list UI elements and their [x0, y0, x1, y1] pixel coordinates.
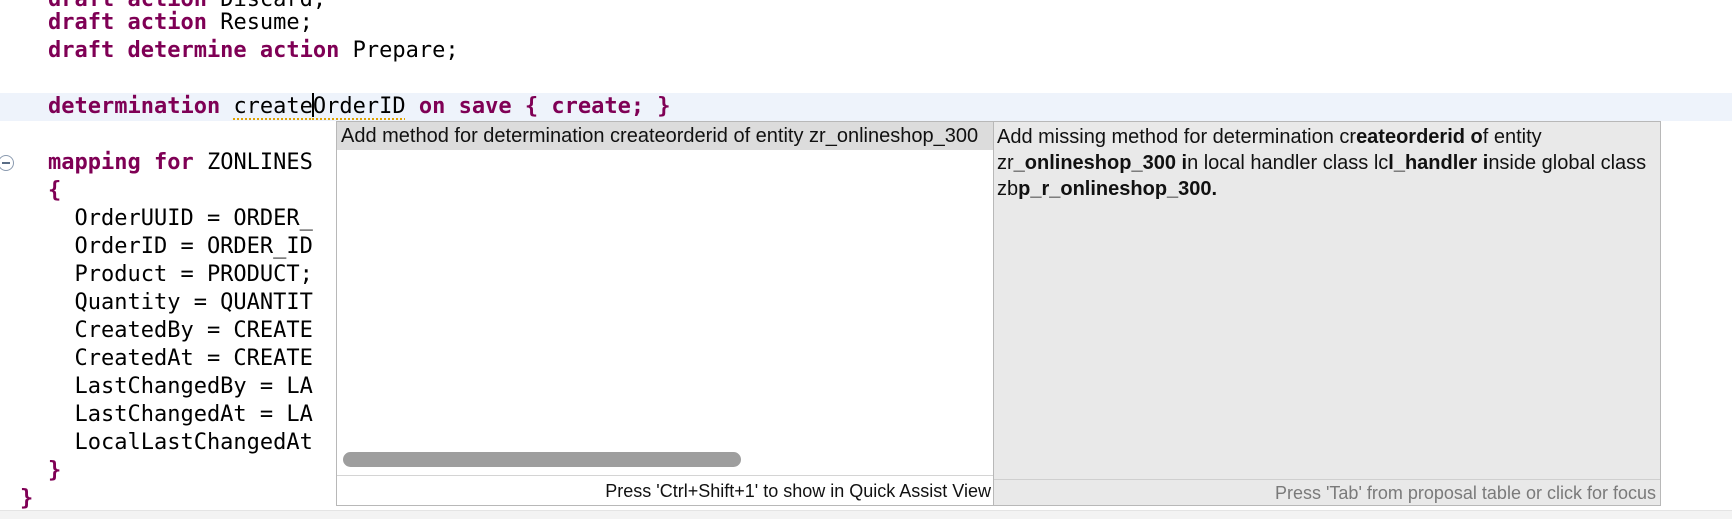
- quick-assist-hint: Press 'Ctrl+Shift+1' to show in Quick As…: [337, 475, 993, 505]
- quickfix-description-text: Add missing method for determination cre…: [997, 126, 1647, 200]
- warning-squiggle: createOrderID: [233, 93, 406, 119]
- code-line: draft determine action Prepare;: [48, 38, 459, 63]
- scrollbar-thumb[interactable]: [343, 452, 741, 467]
- quickfix-description-panel[interactable]: Add missing method for determination cre…: [993, 121, 1661, 506]
- quickfix-proposal-item[interactable]: Add method for determination createorder…: [337, 122, 993, 150]
- quickfix-proposal-list[interactable]: Add method for determination createorder…: [336, 121, 994, 506]
- fold-collapse-icon[interactable]: [0, 155, 14, 171]
- code-line: draft action Resume;: [48, 10, 313, 35]
- horizontal-scrollbar[interactable]: [341, 449, 993, 469]
- focus-hint: Press 'Tab' from proposal table or click…: [994, 479, 1660, 505]
- current-code-line: determination createOrderID on save { cr…: [0, 93, 1732, 121]
